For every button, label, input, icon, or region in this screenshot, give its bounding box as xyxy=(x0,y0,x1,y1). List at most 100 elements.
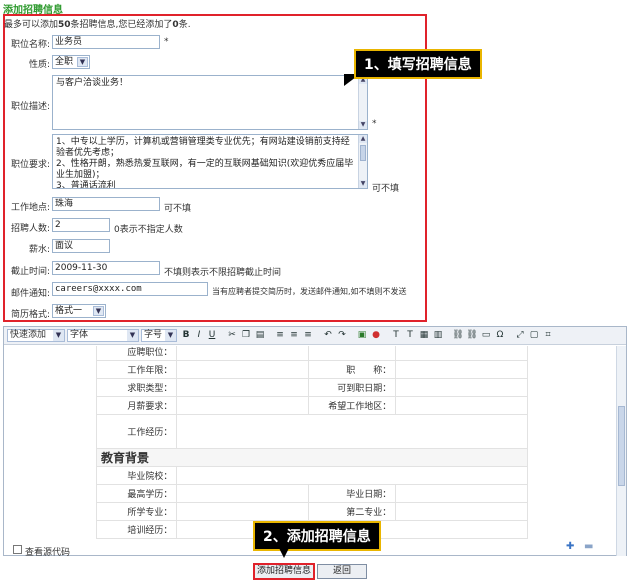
headcount-hint: 0表示不指定人数 xyxy=(114,225,183,235)
editor-toolbar: 快速添加 ▼ 字体 ▼ 字号 ▼ B I U ✂ ❐ ▤ ≡ ≡ ≡ ↶ ↷ ▣ ● … xyxy=(4,327,626,345)
job-type-select[interactable]: 全职 ▼ xyxy=(52,55,90,69)
table-cell: 毕业院校： xyxy=(95,466,178,485)
table-cell: 职 称： xyxy=(308,360,397,379)
copy-icon[interactable]: ❐ xyxy=(240,329,252,342)
callout-step1: 1、填写招聘信息 xyxy=(354,49,482,79)
resume-template-table: 应聘职位： 工作年限： 职 称： 求职类型： 可到职日期： 月薪要求： 希望工作… xyxy=(95,346,528,539)
scroll-down-icon: ▼ xyxy=(359,121,367,129)
salary-label: 薪水: xyxy=(28,245,50,255)
table-row: 所学专业： 第二专业： xyxy=(95,502,528,521)
text-color-icon[interactable]: T xyxy=(390,329,402,342)
align-right-icon[interactable]: ≡ xyxy=(302,329,314,342)
table-row: 教育背景 xyxy=(96,448,528,467)
salary-input[interactable]: 面议 xyxy=(52,239,110,253)
image-icon[interactable]: ▣ xyxy=(356,329,368,342)
education-section-title: 教育背景 xyxy=(96,448,528,467)
table-cell: 培训经历： xyxy=(95,520,178,539)
horizontal-rule-icon[interactable]: ▭ xyxy=(480,329,492,342)
redo-icon[interactable]: ↷ xyxy=(336,329,348,342)
table-cell: 所学专业： xyxy=(95,502,178,521)
position-name-label: 职位名称: xyxy=(10,40,50,50)
table-row: 毕业院校： xyxy=(95,466,528,485)
paste-icon[interactable]: ▤ xyxy=(254,329,266,342)
chevron-down-icon: ▼ xyxy=(77,57,88,67)
required-mark: * xyxy=(372,119,377,129)
deadline-input[interactable]: 2009-11-30 xyxy=(52,261,160,275)
insert-row-icon[interactable]: ▥ xyxy=(432,329,444,342)
table-row: 最高学历： 毕业日期： xyxy=(95,484,528,503)
requirements-hint: 可不填 xyxy=(372,184,400,194)
bold-button[interactable]: B xyxy=(180,329,192,342)
size-select[interactable]: 字号 ▼ xyxy=(141,329,177,342)
back-button[interactable]: 返回 xyxy=(317,564,367,579)
table-cell: 毕业日期： xyxy=(308,484,397,503)
preview-icon[interactable]: ▢ xyxy=(528,329,540,342)
callout-step2: 2、添加招聘信息 xyxy=(253,521,381,551)
deadline-hint: 不填则表示不限招聘截止时间 xyxy=(164,268,282,278)
align-center-icon[interactable]: ≡ xyxy=(288,329,300,342)
table-cell: 希望工作地区： xyxy=(308,396,397,415)
underline-button[interactable]: U xyxy=(206,329,218,342)
scroll-down-icon: ▼ xyxy=(359,180,367,188)
table-cell: 月薪要求： xyxy=(95,396,178,415)
description-label: 职位描述: xyxy=(10,102,50,112)
scrollbar[interactable]: ▲ ▼ xyxy=(358,135,367,188)
expand-icon[interactable]: ✚ xyxy=(566,542,576,552)
chevron-down-icon: ▼ xyxy=(127,330,138,341)
position-name-input[interactable]: 业务员 xyxy=(52,35,160,49)
email-hint: 当有应聘者提交简历时，发送邮件通知,如不填则不发送 xyxy=(212,287,407,296)
style-select[interactable]: 快速添加 ▼ xyxy=(7,329,65,342)
requirements-label: 职位要求: xyxy=(10,160,50,170)
deadline-label: 截止时间: xyxy=(10,267,50,277)
scroll-thumb[interactable] xyxy=(618,406,625,486)
collapse-icon[interactable]: ▬ xyxy=(584,542,594,552)
background-color-icon[interactable]: T xyxy=(404,329,416,342)
table-icon[interactable]: ▦ xyxy=(418,329,430,342)
align-left-icon[interactable]: ≡ xyxy=(274,329,286,342)
table-row: 应聘职位： xyxy=(95,346,528,361)
flash-icon[interactable]: ● xyxy=(370,329,382,342)
table-cell: 工作经历： xyxy=(95,414,178,449)
unlink-icon[interactable]: ⛓ xyxy=(466,329,478,342)
resume-format-select[interactable]: 格式一 ▼ xyxy=(52,304,106,318)
limit-note: 最多可以添加50条招聘信息,您已经添加了0条. xyxy=(4,20,191,30)
scroll-thumb[interactable] xyxy=(360,145,366,161)
table-row: 工作年限： 职 称： xyxy=(95,360,528,379)
requirements-textarea[interactable]: 1、中专以上学历，计算机或营销管理类专业优先；有网站建设销前支持经验者优先考虑；… xyxy=(52,134,368,189)
resume-format-label: 简历格式: xyxy=(10,310,50,320)
table-cell: 最高学历： xyxy=(95,484,178,503)
table-row: 工作经历： xyxy=(95,414,528,449)
cut-icon[interactable]: ✂ xyxy=(226,329,238,342)
table-row: 月薪要求： 希望工作地区： xyxy=(95,396,528,415)
job-type-label: 性质: xyxy=(28,60,50,70)
table-cell: 可到职日期： xyxy=(308,378,397,397)
view-source-checkbox[interactable] xyxy=(13,545,22,554)
table-cell: 工作年限： xyxy=(95,360,178,379)
table-cell: 第二专业： xyxy=(308,502,397,521)
email-label: 邮件通知: xyxy=(10,289,50,299)
location-input[interactable]: 珠海 xyxy=(52,197,160,211)
link-icon[interactable]: ⛓ xyxy=(452,329,464,342)
special-char-icon[interactable]: Ω xyxy=(494,329,506,342)
scroll-up-icon: ▲ xyxy=(359,135,367,143)
chevron-down-icon: ▼ xyxy=(93,306,104,316)
description-textarea[interactable]: 与客户洽谈业务！ ▲ ▼ xyxy=(52,75,368,130)
headcount-label: 招聘人数: xyxy=(10,224,50,234)
headcount-input[interactable]: 2 xyxy=(52,218,110,232)
chevron-down-icon: ▼ xyxy=(165,330,176,341)
required-mark: * xyxy=(164,37,169,47)
chevron-down-icon: ▼ xyxy=(53,330,64,341)
font-select[interactable]: 字体 ▼ xyxy=(67,329,139,342)
view-source-label: 查看源代码 xyxy=(25,548,71,558)
callout-pointer xyxy=(278,546,290,558)
table-cell: 应聘职位： xyxy=(95,346,178,361)
undo-icon[interactable]: ↶ xyxy=(322,329,334,342)
italic-button[interactable]: I xyxy=(193,329,205,342)
fullscreen-icon[interactable]: ⤢ xyxy=(514,329,526,342)
add-recruitment-button[interactable]: 添加招聘信息 xyxy=(253,563,315,580)
source-icon[interactable]: ⌗ xyxy=(542,329,554,342)
location-label: 工作地点: xyxy=(10,203,50,213)
table-row: 求职类型： 可到职日期： xyxy=(95,378,528,397)
email-input[interactable]: careers@xxxx.com xyxy=(52,282,208,296)
editor-scrollbar[interactable] xyxy=(616,346,626,556)
